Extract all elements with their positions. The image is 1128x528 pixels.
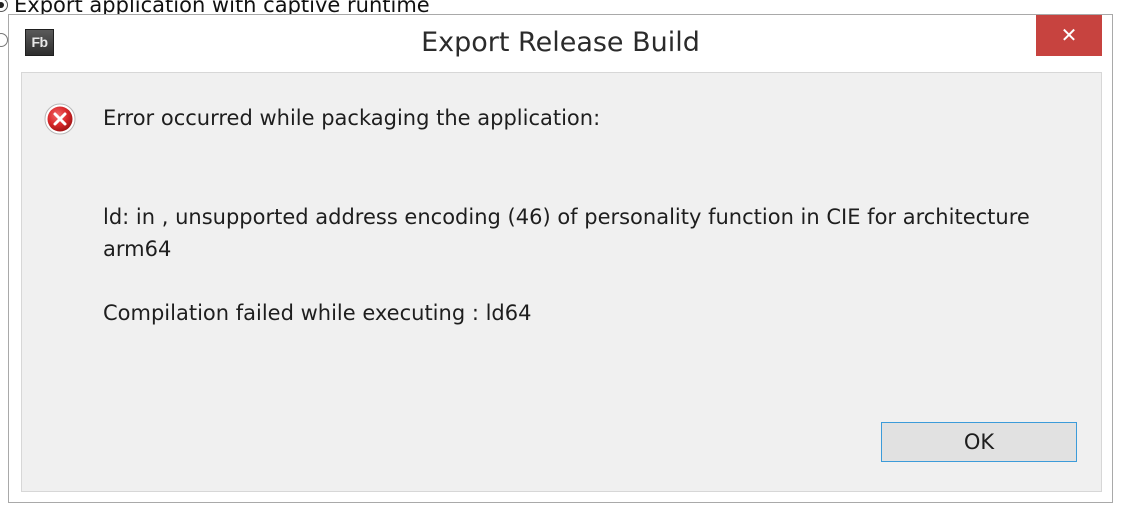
title-bar[interactable]: Fb Export Release Build ✕ xyxy=(9,15,1112,71)
error-headline: Error occurred while packaging the appli… xyxy=(103,106,601,130)
error-details: ld: in , unsupported address encoding (4… xyxy=(103,201,1083,329)
radio-icon[interactable] xyxy=(0,0,8,12)
ok-button[interactable]: OK xyxy=(881,422,1077,462)
error-detail-line: ld: in , unsupported address encoding (4… xyxy=(103,205,1030,261)
close-button[interactable]: ✕ xyxy=(1036,15,1102,56)
dialog-content: Error occurred while packaging the appli… xyxy=(21,72,1102,492)
dialog-title: Export Release Build xyxy=(421,27,700,58)
error-detail-line: Compilation failed while executing : ld6… xyxy=(103,301,532,325)
radio-icon[interactable] xyxy=(0,33,8,47)
close-icon: ✕ xyxy=(1060,23,1078,47)
export-release-build-dialog: Fb Export Release Build ✕ Error occurred… xyxy=(8,14,1113,503)
error-icon xyxy=(44,103,76,135)
